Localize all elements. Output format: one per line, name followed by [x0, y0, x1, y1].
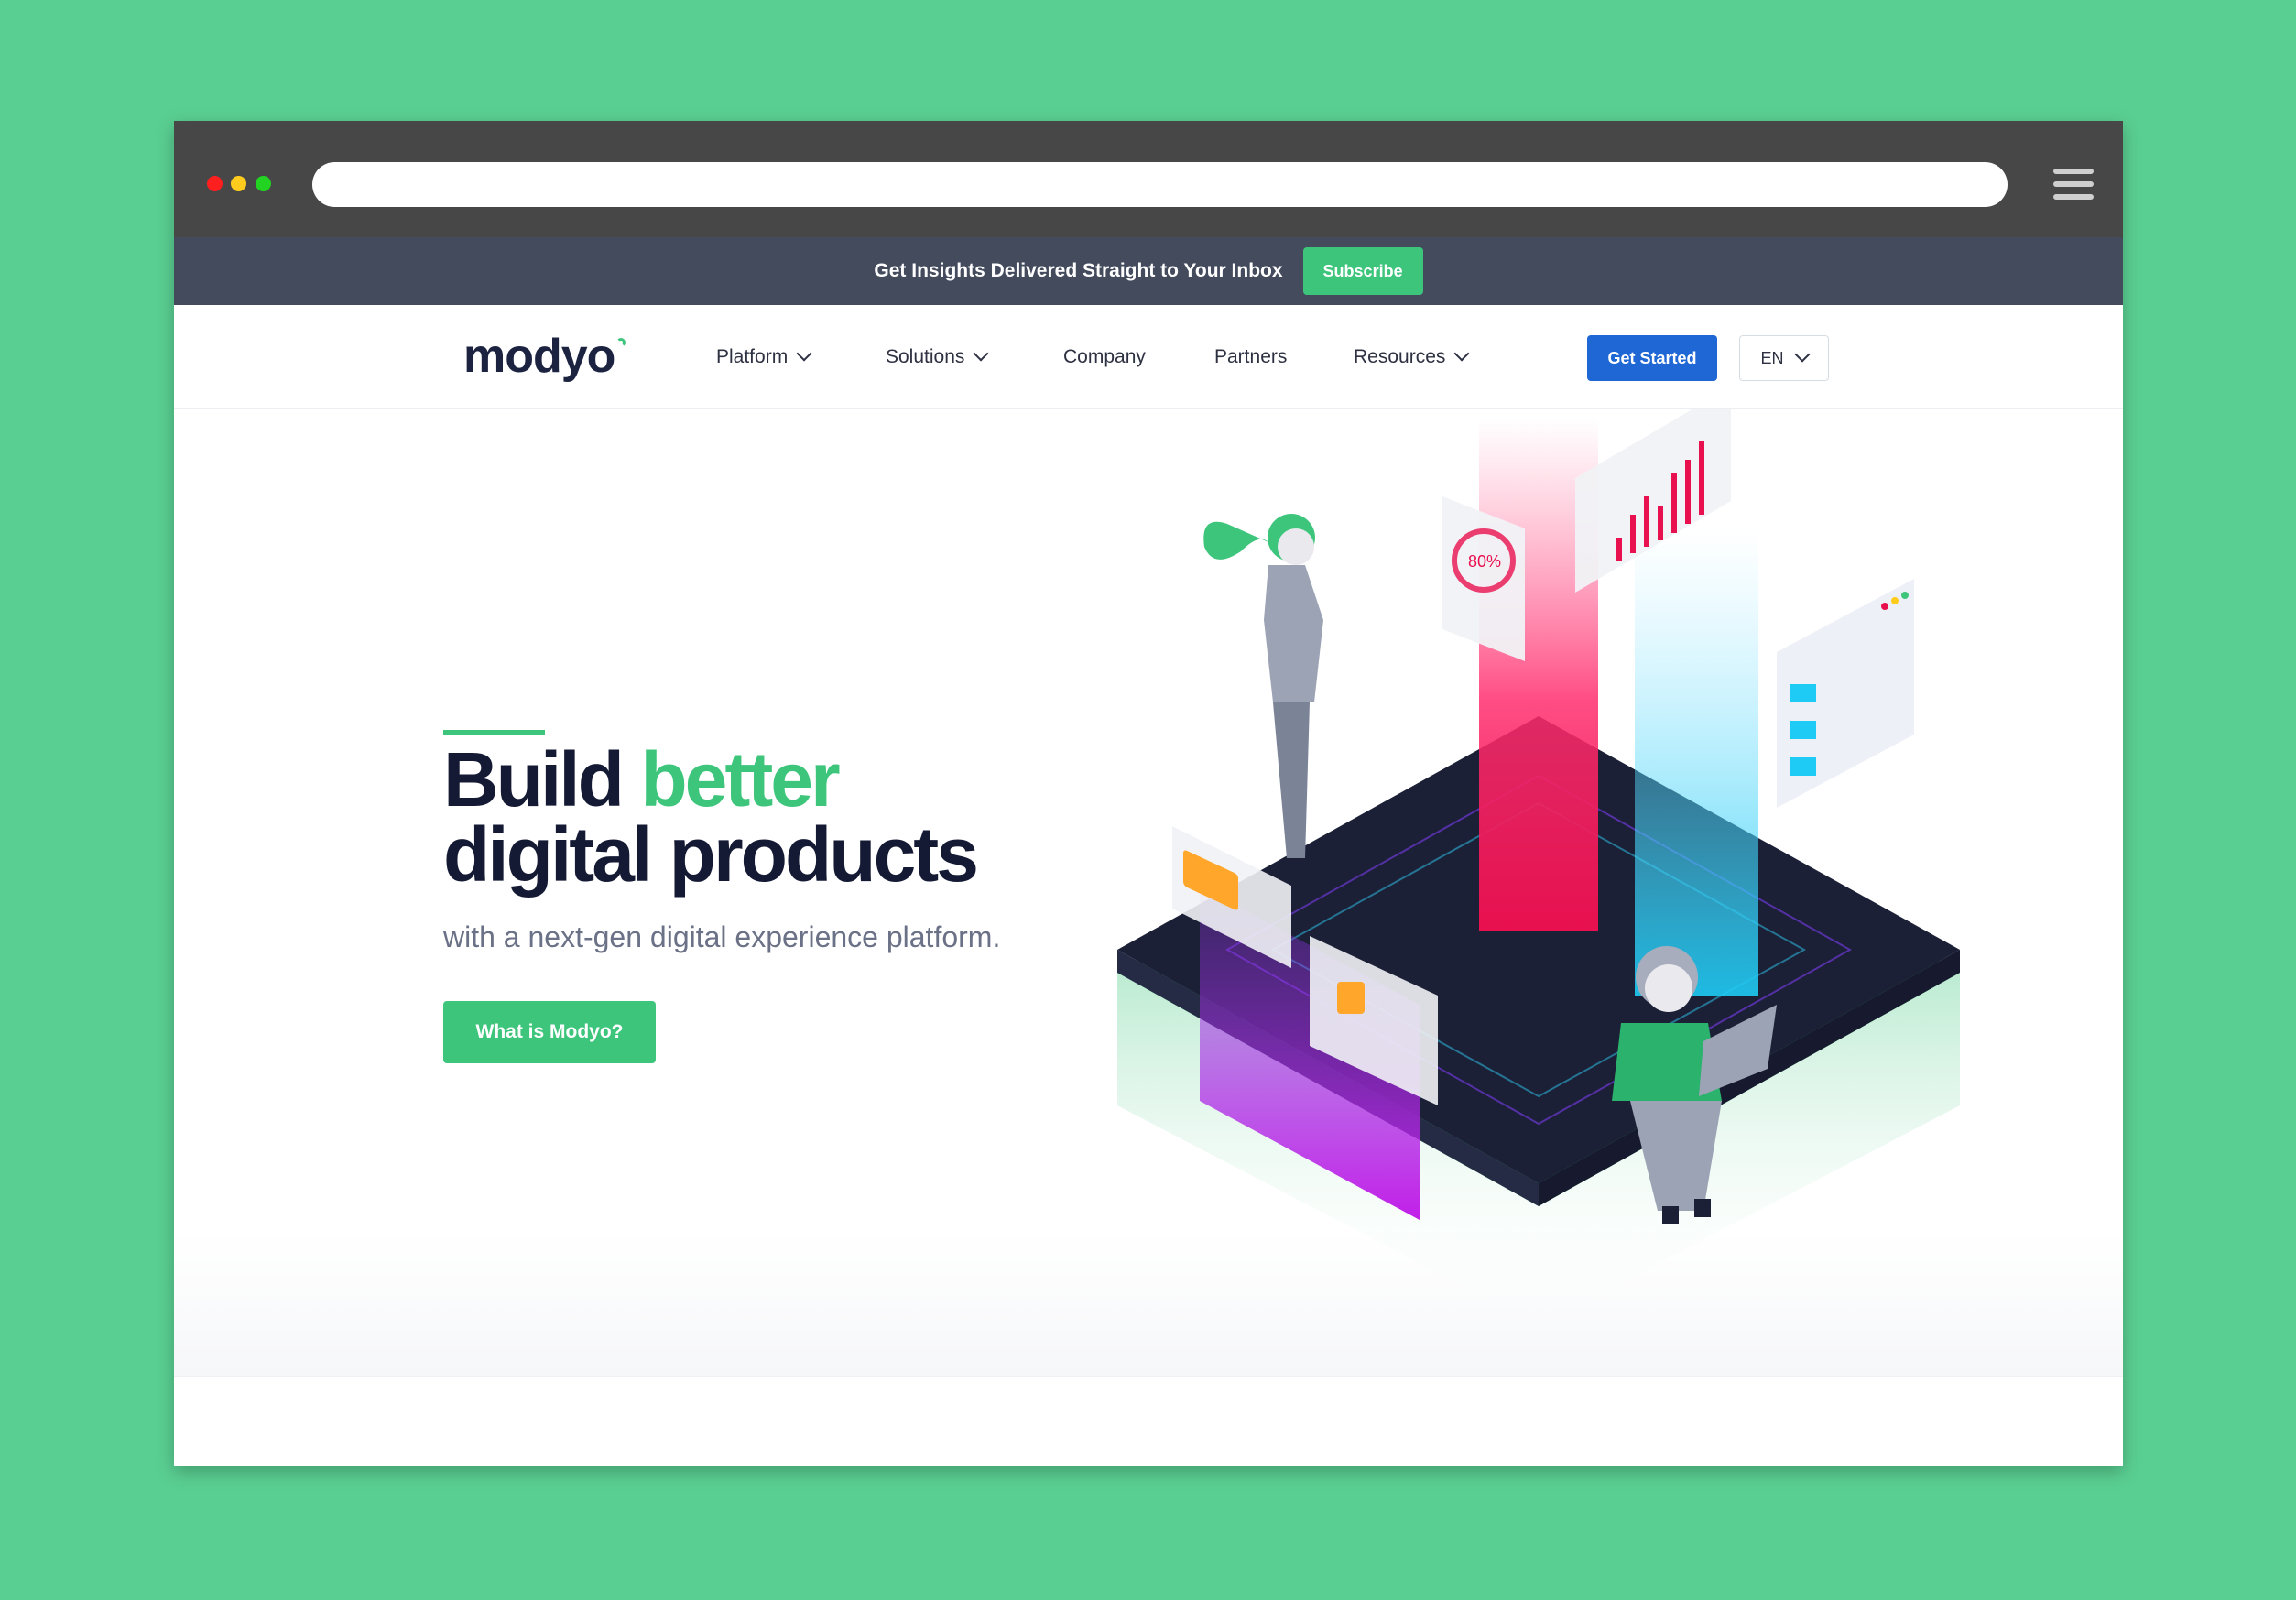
address-bar[interactable] [312, 162, 2008, 207]
blue-data-tower [1635, 528, 1758, 996]
chevron-down-icon [1794, 346, 1810, 363]
nav-item-label: Platform [716, 346, 789, 367]
gauge-label: 80% [1468, 552, 1501, 571]
headline-accent-rule [443, 730, 545, 735]
browser-card [1777, 579, 1914, 808]
woman-figure [1203, 514, 1323, 858]
nav-item-platform[interactable]: Platform [716, 305, 812, 409]
chevron-down-icon [973, 345, 989, 362]
site-header: modyo Platform Solutions Company Partner… [174, 305, 2123, 409]
nav-item-label: Resources [1354, 346, 1446, 367]
browser-window: Get Insights Delivered Straight to Your … [174, 121, 2123, 1466]
modyo-logo[interactable]: modyo [463, 329, 626, 384]
get-started-button[interactable]: Get Started [1587, 335, 1717, 381]
nav-item-label: Partners [1214, 346, 1288, 367]
subscribe-button[interactable]: Subscribe [1302, 247, 1423, 295]
headline-accent-word: better [640, 736, 840, 822]
nav-item-partners[interactable]: Partners [1214, 305, 1287, 409]
what-is-modyo-button[interactable]: What is Modyo? [443, 1001, 656, 1063]
hero-illustration: 80% [1117, 409, 1960, 1325]
minimize-window-dot[interactable] [231, 176, 246, 191]
hamburger-menu-icon[interactable] [2053, 169, 2094, 200]
logo-mark-icon [616, 338, 626, 347]
nav-item-label: Solutions [886, 346, 965, 367]
hero-subhead: with a next-gen digital experience platf… [443, 920, 1001, 953]
headline-word: Build [443, 736, 625, 822]
nav-item-label: Company [1063, 346, 1146, 367]
hero-section: Build better digital products with a nex… [174, 409, 2123, 1376]
nav-item-resources[interactable]: Resources [1354, 305, 1470, 409]
headline-line-2: digital products [443, 811, 979, 898]
logo-text: modyo [463, 330, 615, 383]
language-selector[interactable]: EN [1739, 335, 1829, 381]
promo-text: Get Insights Delivered Straight to Your … [874, 260, 1283, 281]
nav-item-company[interactable]: Company [1063, 305, 1146, 409]
close-window-dot[interactable] [207, 176, 223, 191]
hero-headline: Build better digital products [443, 741, 979, 893]
language-label: EN [1760, 348, 1784, 367]
chevron-down-icon [796, 345, 812, 362]
browser-chrome [174, 121, 2123, 237]
promo-banner: Get Insights Delivered Straight to Your … [174, 237, 2123, 305]
chevron-down-icon [1453, 345, 1470, 362]
maximize-window-dot[interactable] [256, 176, 271, 191]
nav-item-solutions[interactable]: Solutions [886, 305, 989, 409]
page-footer-strip [174, 1376, 2123, 1466]
